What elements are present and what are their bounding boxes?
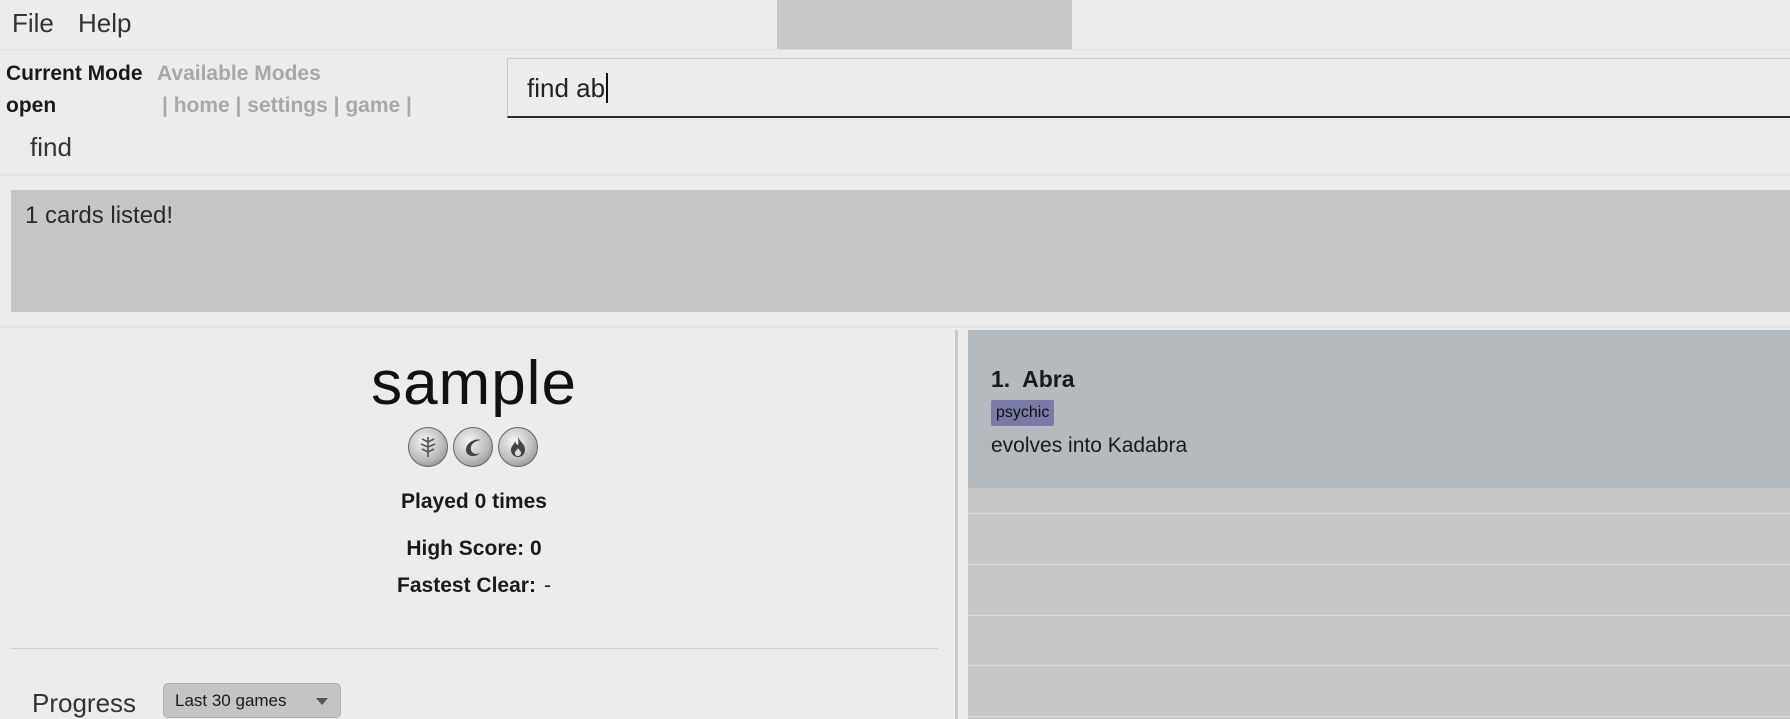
deck-badges (408, 427, 538, 467)
card-title: 1. Abra (991, 366, 1075, 392)
card-tag: psychic (991, 400, 1055, 426)
list-row-divider (968, 665, 1790, 666)
result-message: 1 cards listed! (25, 202, 174, 229)
current-mode-title: Current Mode (6, 62, 143, 85)
command-text: find ab (527, 73, 606, 103)
command-suggestion[interactable]: find (30, 132, 72, 163)
played-count: Played 0 times (401, 490, 547, 513)
result-display: 1 cards listed! (11, 190, 1790, 312)
leaf-icon (408, 427, 448, 467)
fastest-clear-value: - (543, 574, 551, 597)
current-mode-value: open (6, 94, 57, 117)
text-caret (606, 73, 609, 103)
available-modes-title: Available Modes (157, 62, 321, 85)
available-modes-list: | home | settings | game | (162, 94, 412, 117)
deck-name: sample (371, 349, 577, 418)
fastest-clear: Fastest Clear: - (0, 574, 948, 598)
divider (0, 326, 1790, 328)
menu-help[interactable]: Help (78, 8, 131, 39)
chevron-down-icon (316, 698, 328, 705)
divider (0, 174, 1790, 176)
list-row-divider (968, 716, 1790, 717)
progress-range-select[interactable]: Last 30 games (163, 683, 341, 718)
list-row-divider (968, 615, 1790, 616)
card-list: 1. Abra psychic evolves into Kadabra (968, 330, 1790, 719)
divider (11, 648, 938, 649)
high-score: High Score: 0 (406, 537, 542, 560)
list-row-divider (968, 564, 1790, 565)
command-input[interactable]: find ab (507, 58, 1790, 118)
list-item[interactable]: 1. Abra psychic evolves into Kadabra (968, 330, 1790, 488)
fastest-clear-label: Fastest Clear: (397, 574, 536, 597)
menu-bar: File Help (0, 0, 1790, 50)
progress-range-value: Last 30 games (175, 691, 287, 710)
card-description: evolves into Kadabra (991, 434, 1188, 457)
progress-label: Progress (32, 688, 137, 718)
command-text-wrap: find ab (527, 73, 609, 104)
water-icon (453, 427, 493, 467)
fire-icon (498, 427, 538, 467)
list-row-divider (968, 513, 1790, 514)
panel-divider[interactable] (955, 330, 958, 719)
menu-file[interactable]: File (12, 8, 54, 39)
menu-placeholder-block (777, 0, 1072, 49)
